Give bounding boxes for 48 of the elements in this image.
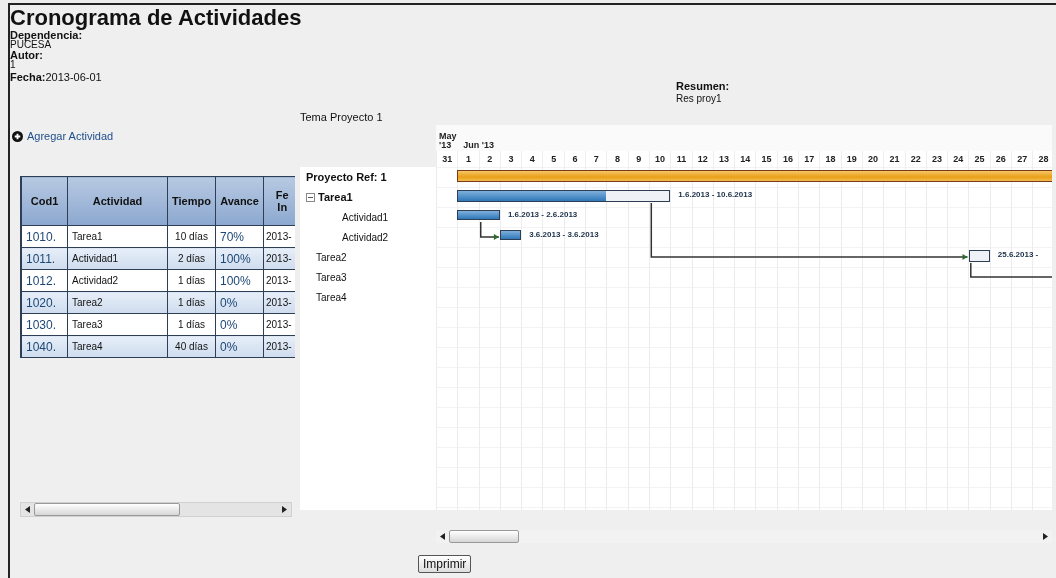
scroll-right-icon[interactable] [1043, 533, 1048, 540]
field-label: Dependencia: [10, 30, 83, 40]
theme-title: Tema Proyecto 1 [300, 111, 383, 123]
column-header: Actividad [67, 176, 168, 226]
task-name[interactable]: Tarea2 [316, 251, 347, 263]
table-cell: 1030. [21, 313, 68, 336]
column-header: Cod1 [21, 176, 68, 226]
date-range-label: 3.6.2013 - 3.6.2013 [529, 230, 599, 239]
table-cell: 1040. [21, 335, 68, 358]
scrollbar-thumb[interactable] [449, 530, 519, 543]
column-header: Avance [215, 176, 264, 226]
table-cell: 1010. [21, 225, 68, 248]
scroll-left-icon[interactable] [440, 533, 445, 540]
month-label: May '13 [438, 132, 458, 151]
collapse-icon[interactable] [306, 192, 315, 202]
scrollbar-thumb[interactable] [34, 503, 180, 516]
project-name: Proyecto Ref: 1 [306, 171, 387, 183]
month-label: Jun '13 [462, 141, 495, 151]
summary-label: Resumen: [676, 81, 730, 91]
date-range-label: 25.6.2013 - [997, 250, 1039, 259]
table-cell: 1012. [21, 269, 68, 292]
date-text: Fecha:2013-06-01 [10, 71, 102, 84]
add-icon [12, 130, 23, 142]
task-bar[interactable] [499, 230, 522, 240]
task-bar[interactable] [457, 210, 500, 220]
scroll-left-icon[interactable] [25, 506, 30, 513]
add-activity-link[interactable]: Agregar Actividad [12, 130, 114, 142]
page-title: Cronograma de Actividades [10, 5, 303, 30]
task-name[interactable]: Actividad1 [342, 211, 389, 223]
task-name[interactable]: Tarea4 [316, 291, 347, 303]
task-bar[interactable] [457, 190, 671, 202]
field-value: PUCESA [10, 40, 52, 50]
table-cell: 1011. [21, 247, 68, 270]
print-button[interactable]: Imprimir [418, 555, 472, 573]
task-bar[interactable] [968, 250, 990, 262]
task-name[interactable]: Actividad2 [342, 231, 389, 243]
task-name[interactable]: Tarea1 [318, 191, 353, 203]
field-value: 1 [10, 60, 16, 70]
task-name[interactable]: Tarea3 [316, 271, 347, 283]
date-range-label: 1.6.2013 - 2.6.2013 [507, 210, 578, 219]
horizontal-scrollbar[interactable] [20, 502, 292, 517]
summary-value: Res proy1 [676, 94, 722, 104]
column-header: Fe In [263, 176, 295, 226]
field-label: Autor: [10, 50, 43, 60]
scroll-right-icon[interactable] [282, 506, 287, 513]
table-cell: 1020. [21, 291, 68, 314]
column-header: Tiempo [167, 176, 216, 226]
date-range-label: 1.6.2013 - 10.6.2013 [678, 190, 753, 199]
